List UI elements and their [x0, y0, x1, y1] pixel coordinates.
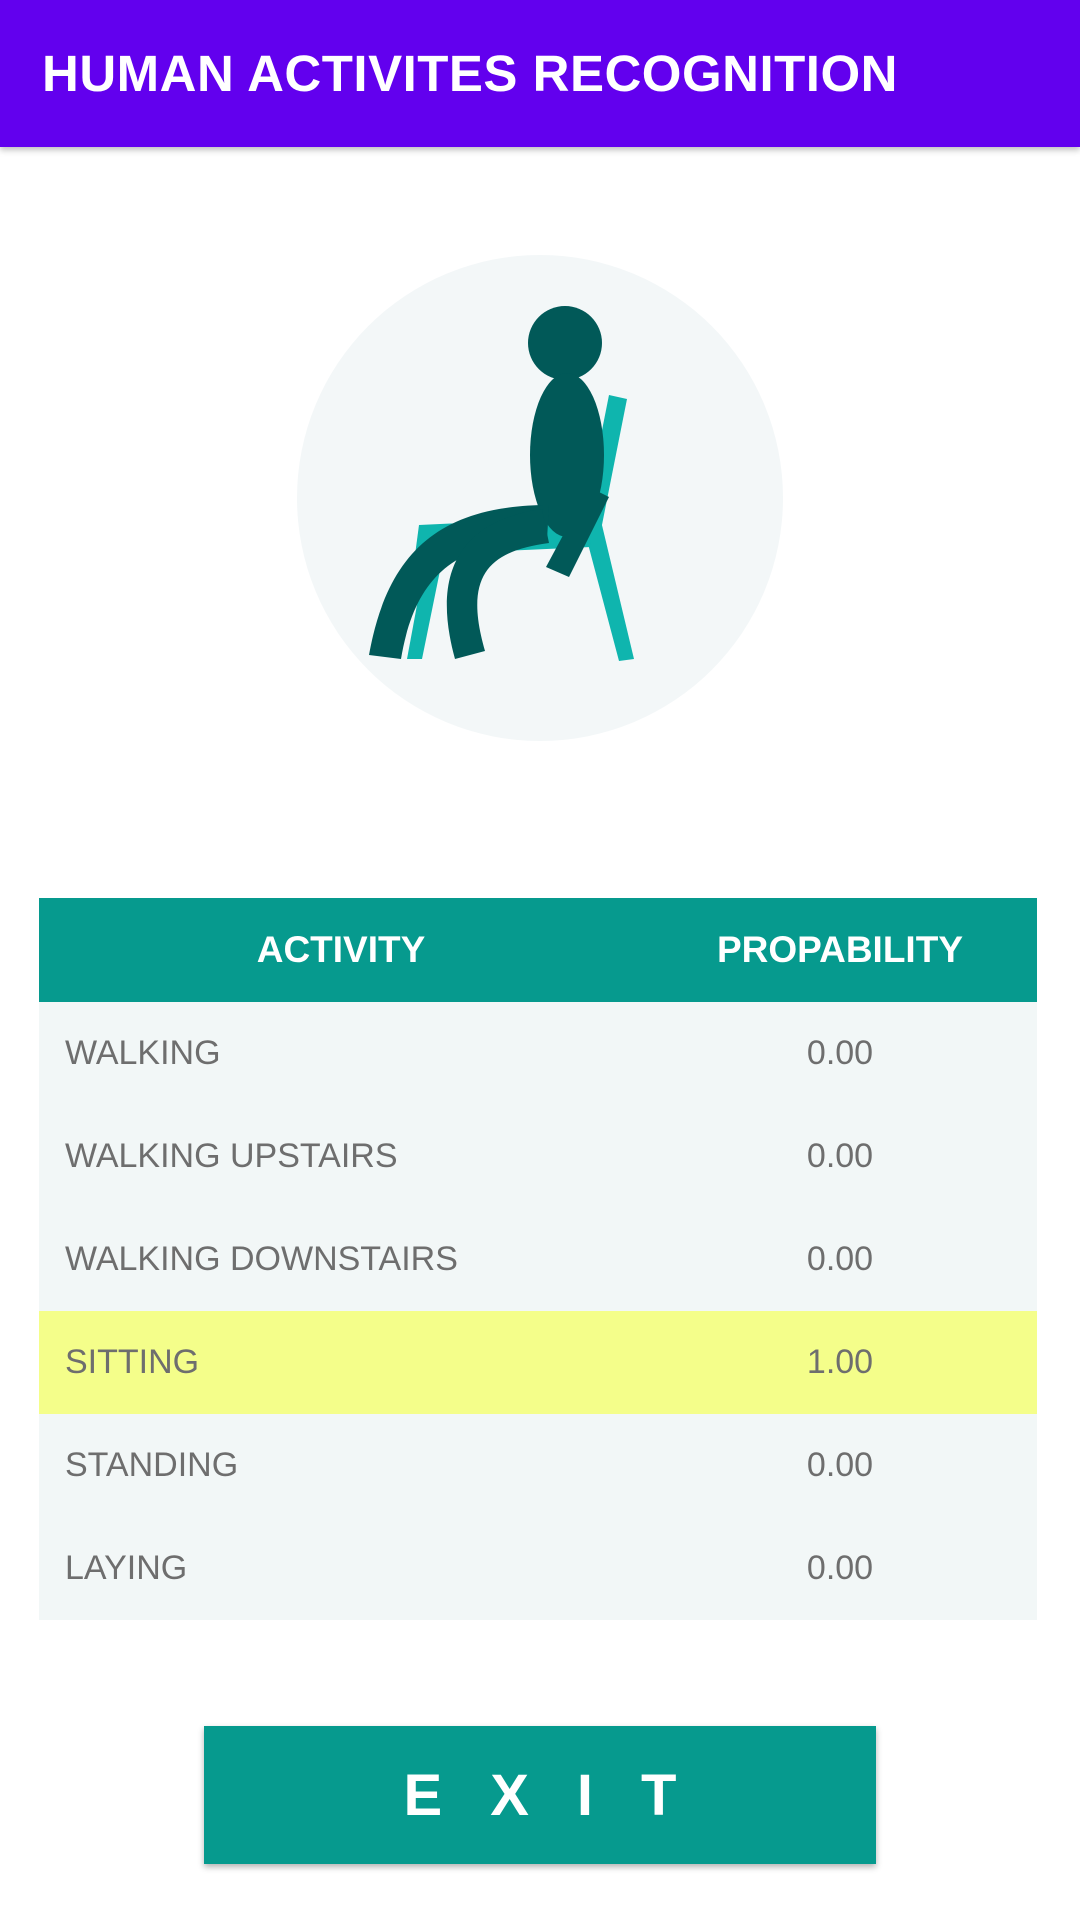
table-row-sitting: SITTING 1.00	[39, 1311, 1037, 1414]
activity-name: LAYING	[65, 1549, 188, 1587]
activity-name: WALKING DOWNSTAIRS	[65, 1240, 458, 1278]
app-title: HUMAN ACTIVITES RECOGNITION	[42, 45, 898, 102]
activity-illustration	[297, 255, 783, 741]
activity-probability: 0.00	[806, 1034, 874, 1072]
app-bar: HUMAN ACTIVITES RECOGNITION	[0, 0, 1080, 147]
table-row-walking-downstairs: WALKING DOWNSTAIRS 0.00	[39, 1208, 1037, 1311]
activity-name: STANDING	[65, 1446, 239, 1484]
activity-probability: 0.00	[806, 1549, 874, 1587]
table-row-walking: WALKING 0.00	[39, 1002, 1037, 1105]
probability-column-header: PROPABILITY	[717, 929, 963, 970]
exit-button[interactable]: EXIT	[204, 1726, 876, 1864]
activity-name: SITTING	[65, 1343, 200, 1381]
table-row-walking-upstairs: WALKING UPSTAIRS 0.00	[39, 1105, 1037, 1208]
activity-column-header: ACTIVITY	[256, 929, 426, 970]
activity-name: WALKING	[65, 1034, 221, 1072]
activity-probability: 1.00	[806, 1343, 874, 1381]
activity-name: WALKING UPSTAIRS	[65, 1137, 398, 1175]
activity-table: ACTIVITY PROPABILITY WALKING 0.00 WALKIN…	[39, 898, 1037, 1620]
table-header: ACTIVITY PROPABILITY	[39, 898, 1037, 1002]
table-row-laying: LAYING 0.00	[39, 1517, 1037, 1620]
table-row-standing: STANDING 0.00	[39, 1414, 1037, 1517]
activity-probability: 0.00	[806, 1137, 874, 1175]
activity-probability: 0.00	[806, 1446, 874, 1484]
activity-probability: 0.00	[806, 1240, 874, 1278]
person-sitting-on-chair-icon	[297, 255, 783, 741]
